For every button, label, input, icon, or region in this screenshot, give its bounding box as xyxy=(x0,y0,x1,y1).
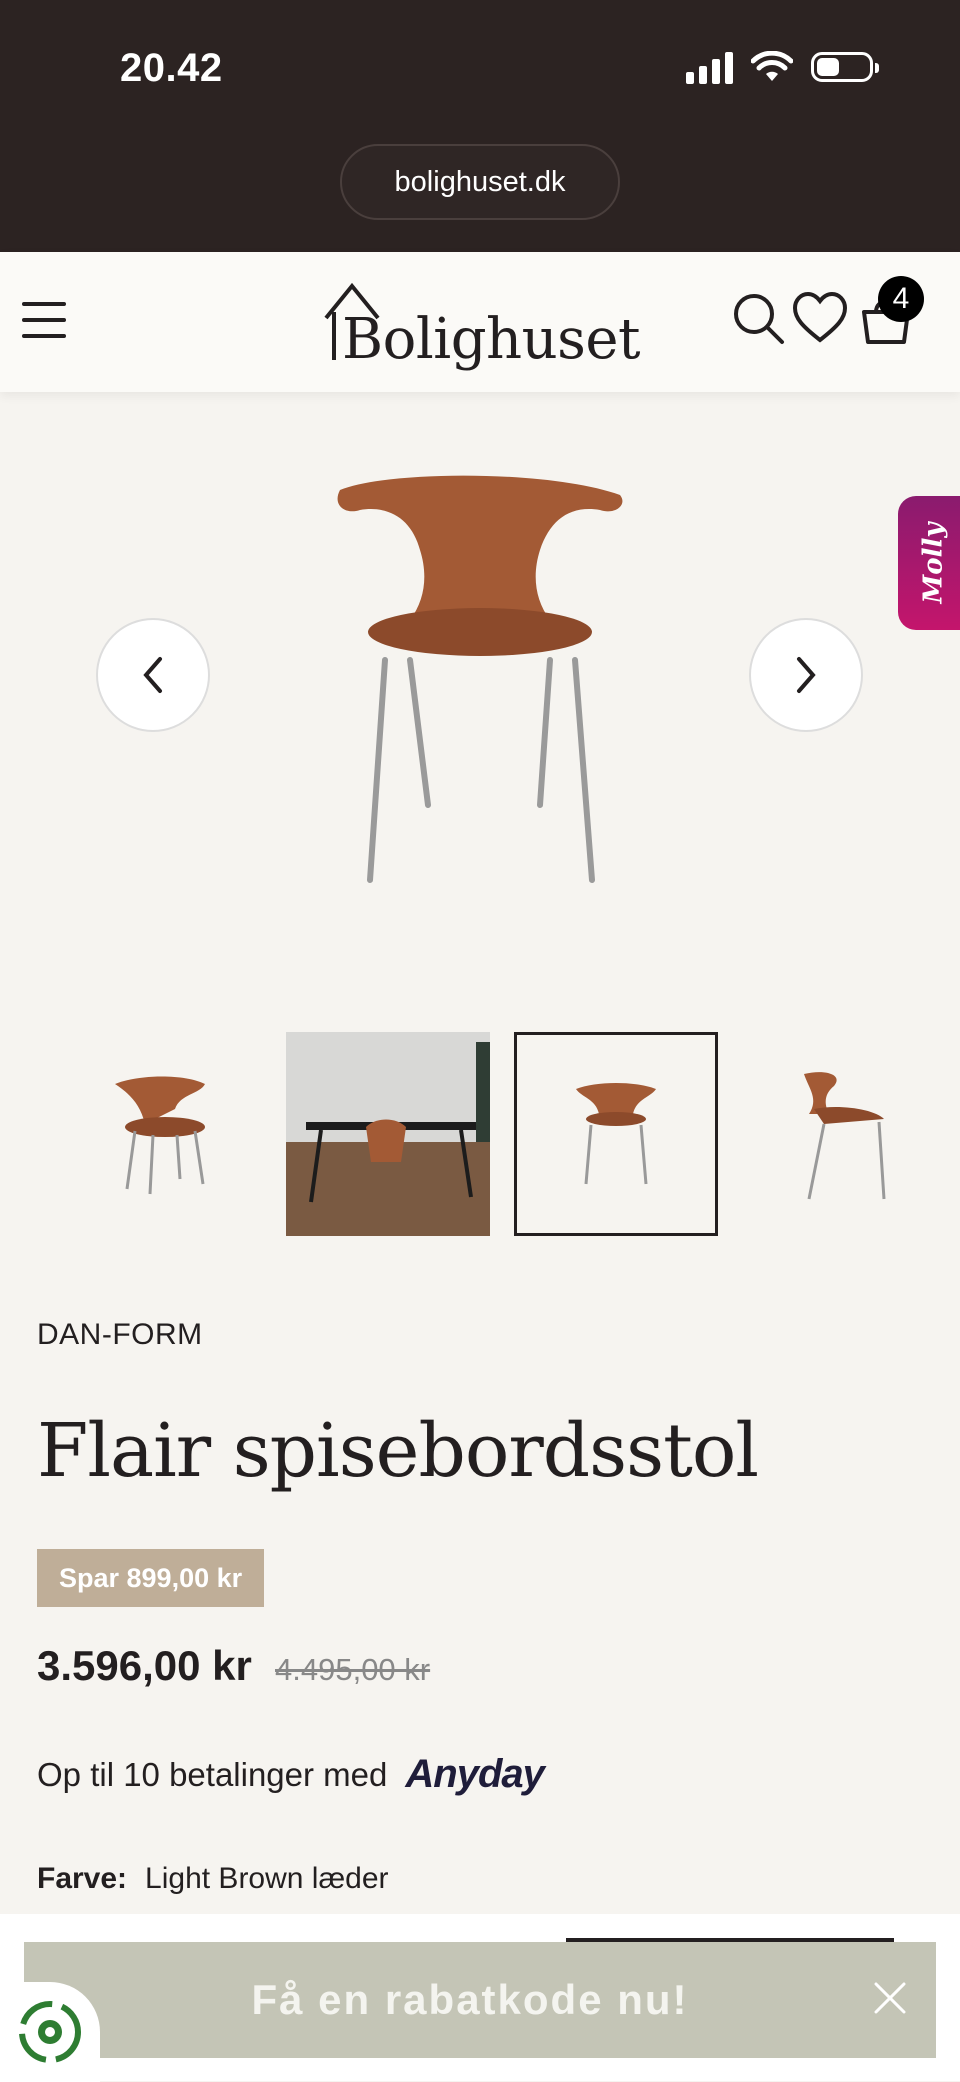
wifi-icon xyxy=(751,51,793,81)
search-icon[interactable] xyxy=(730,290,786,346)
url-bar[interactable]: bolighuset.dk xyxy=(340,144,620,220)
site-logo[interactable]: Bolighuset xyxy=(322,278,641,372)
browser-chrome: 20.42 bolighuset.dk xyxy=(0,0,960,252)
site-header: Bolighuset 4 xyxy=(0,252,960,392)
product-brand[interactable]: DAN-FORM xyxy=(37,1318,203,1352)
cart-count-badge: 4 xyxy=(878,276,924,322)
cart-button[interactable]: 4 xyxy=(858,276,924,346)
wishlist-heart-icon[interactable] xyxy=(792,290,848,346)
recycle-icon xyxy=(19,2001,81,2063)
menu-icon[interactable] xyxy=(22,302,66,338)
chevron-right-icon xyxy=(797,657,816,693)
gallery-next-button[interactable] xyxy=(749,618,863,732)
original-price: 4.495,00 kr xyxy=(275,1652,431,1687)
thumbnail-2[interactable] xyxy=(286,1032,490,1236)
cellular-signal-icon xyxy=(686,50,733,84)
thumbnail-1[interactable] xyxy=(58,1032,262,1236)
chevron-left-icon xyxy=(143,657,162,693)
promo-text: Få en rabatkode nu! xyxy=(251,1976,689,2023)
thumbnail-4[interactable] xyxy=(742,1032,946,1236)
molly-label: Molly xyxy=(918,522,949,604)
product-title: Flair spisebordsstol xyxy=(37,1408,759,1494)
battery-icon xyxy=(811,52,879,82)
thumbnail-3[interactable] xyxy=(514,1032,718,1236)
anyday-logo: Anyday xyxy=(405,1752,544,1796)
status-time: 20.42 xyxy=(120,46,223,90)
discount-code-banner[interactable]: Få en rabatkode nu! xyxy=(24,1942,936,2058)
installments-info[interactable]: Op til 10 betalinger med Anyday xyxy=(37,1752,545,1797)
thumbnail-strip xyxy=(58,1032,946,1236)
color-value: Light Brown læder xyxy=(145,1862,389,1895)
molly-assistant-tab[interactable]: Molly xyxy=(898,496,960,630)
current-price: 3.596,00 kr xyxy=(37,1642,252,1689)
installments-text: Op til 10 betalinger med xyxy=(37,1755,388,1793)
product-main-image[interactable] xyxy=(300,460,660,900)
close-icon[interactable] xyxy=(868,1976,912,2020)
color-label: Farve: xyxy=(37,1862,128,1895)
gallery-prev-button[interactable] xyxy=(96,618,210,732)
save-badge: Spar 899,00 kr xyxy=(37,1549,265,1607)
logo-text: Bolighuset xyxy=(342,307,641,372)
eco-badge[interactable] xyxy=(0,1982,100,2082)
status-icons xyxy=(686,50,879,84)
color-selector: Farve: Light Brown læder xyxy=(37,1862,389,1896)
